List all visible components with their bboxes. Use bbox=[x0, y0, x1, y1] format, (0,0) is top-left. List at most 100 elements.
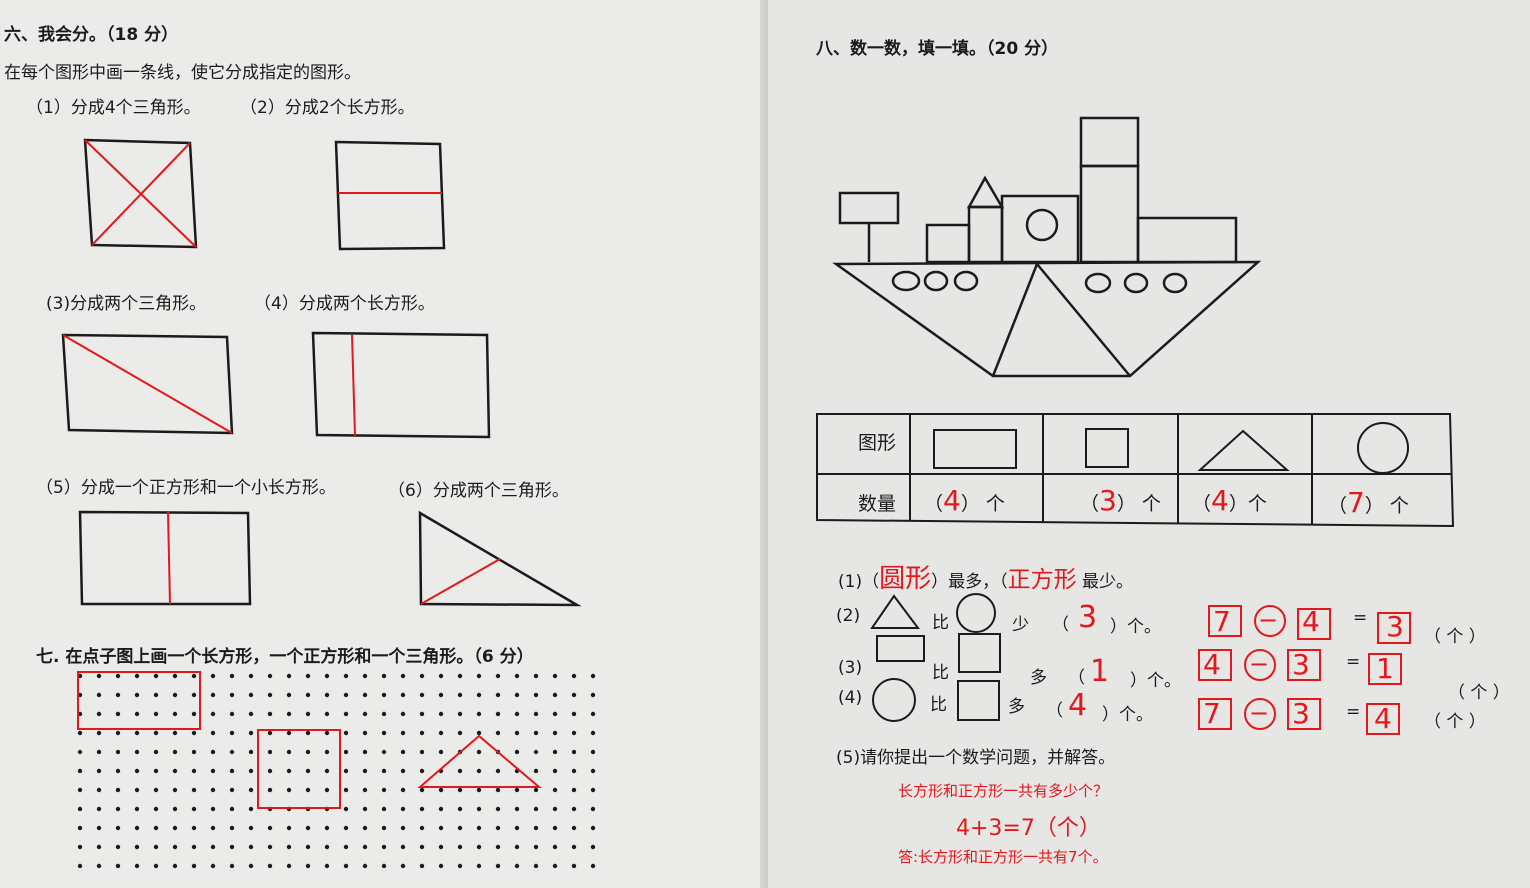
grid-dot bbox=[267, 825, 273, 831]
grid-dot bbox=[286, 711, 292, 717]
grid-dot bbox=[96, 673, 102, 679]
grid-dot bbox=[495, 806, 501, 812]
grid-dot bbox=[590, 692, 596, 698]
grid-dot bbox=[324, 844, 330, 850]
grid-dot bbox=[571, 673, 577, 679]
grid-dot bbox=[210, 692, 216, 698]
grid-dot bbox=[419, 730, 425, 736]
grid-dot bbox=[457, 692, 463, 698]
grid-dot bbox=[514, 711, 520, 717]
grid-dot bbox=[381, 749, 387, 755]
grid-dot bbox=[172, 749, 178, 755]
grid-dot bbox=[248, 768, 254, 774]
grid-dot bbox=[210, 863, 216, 869]
grid-dot bbox=[305, 673, 311, 679]
grid-dot bbox=[267, 673, 273, 679]
grid-dot bbox=[400, 787, 406, 793]
grid-dot bbox=[210, 806, 216, 812]
q5-prompt: (5)请你提出一个数学问题，并解答。 bbox=[836, 748, 1116, 768]
grid-dot bbox=[210, 673, 216, 679]
grid-dot bbox=[96, 692, 102, 698]
grid-dot bbox=[305, 768, 311, 774]
grid-dot bbox=[552, 768, 558, 774]
grid-dot bbox=[552, 825, 558, 831]
grid-dot bbox=[115, 844, 121, 850]
grid-dot bbox=[400, 863, 406, 869]
grid-dot bbox=[77, 863, 83, 869]
grid-dot bbox=[210, 768, 216, 774]
grid-dot bbox=[267, 749, 273, 755]
grid-dot bbox=[324, 711, 330, 717]
grid-dot bbox=[324, 749, 330, 755]
q3-unit: （ 个 ） bbox=[1448, 683, 1510, 703]
grid-dot bbox=[248, 787, 254, 793]
q3-eq-result: 1 bbox=[1376, 652, 1394, 685]
grid-dot bbox=[96, 844, 102, 850]
grid-dot bbox=[590, 787, 596, 793]
drawn-triangle bbox=[417, 734, 542, 788]
grid-dot bbox=[362, 806, 368, 812]
grid-dot bbox=[343, 787, 349, 793]
grid-dot bbox=[381, 692, 387, 698]
grid-dot bbox=[191, 863, 197, 869]
q5-equation: 4+3=7（个） bbox=[956, 816, 1101, 841]
grid-dot bbox=[172, 863, 178, 869]
grid-dot bbox=[267, 863, 273, 869]
grid-dot bbox=[115, 863, 121, 869]
grid-dot bbox=[400, 673, 406, 679]
grid-dot bbox=[191, 806, 197, 812]
grid-dot bbox=[96, 825, 102, 831]
q2-circle-icon bbox=[956, 593, 996, 633]
grid-dot bbox=[438, 806, 444, 812]
grid-dot bbox=[343, 692, 349, 698]
grid-dot bbox=[77, 806, 83, 812]
grid-dot bbox=[552, 787, 558, 793]
grid-dot bbox=[438, 825, 444, 831]
q3-word: 多 bbox=[1030, 668, 1047, 688]
grid-dot bbox=[571, 730, 577, 736]
grid-dot bbox=[305, 711, 311, 717]
grid-dot bbox=[134, 673, 140, 679]
grid-dot bbox=[552, 749, 558, 755]
grid-dot bbox=[229, 749, 235, 755]
grid-dot bbox=[457, 825, 463, 831]
grid-dot bbox=[438, 692, 444, 698]
grid-dot bbox=[438, 673, 444, 679]
grid-dot bbox=[172, 844, 178, 850]
grid-dot bbox=[571, 749, 577, 755]
grid-dot bbox=[153, 749, 159, 755]
q2-word: 少 bbox=[1012, 615, 1029, 635]
grid-dot bbox=[134, 806, 140, 812]
grid-dot bbox=[552, 692, 558, 698]
grid-dot bbox=[191, 844, 197, 850]
grid-dot bbox=[514, 825, 520, 831]
grid-dot bbox=[115, 825, 121, 831]
grid-dot bbox=[343, 730, 349, 736]
grid-dot bbox=[286, 787, 292, 793]
q3-rectangle-icon bbox=[876, 635, 925, 662]
grid-dot bbox=[571, 806, 577, 812]
grid-dot bbox=[495, 673, 501, 679]
grid-dot bbox=[172, 768, 178, 774]
q2-eq-result: 3 bbox=[1386, 610, 1404, 643]
q4-open: （ bbox=[1046, 701, 1063, 721]
q4-circle-icon bbox=[872, 678, 916, 722]
grid-dot bbox=[305, 844, 311, 850]
grid-dot bbox=[229, 692, 235, 698]
grid-dot bbox=[419, 692, 425, 698]
grid-dot bbox=[533, 825, 539, 831]
grid-dot bbox=[514, 806, 520, 812]
grid-dot bbox=[153, 673, 159, 679]
grid-dot bbox=[419, 787, 425, 793]
grid-dot bbox=[362, 768, 368, 774]
grid-dot bbox=[514, 863, 520, 869]
grid-dot bbox=[153, 730, 159, 736]
grid-dot bbox=[248, 844, 254, 850]
grid-dot bbox=[362, 673, 368, 679]
grid-dot bbox=[286, 844, 292, 850]
q4-word: 多 bbox=[1008, 697, 1025, 717]
grid-dot bbox=[400, 730, 406, 736]
grid-dot bbox=[590, 749, 596, 755]
grid-dot bbox=[571, 787, 577, 793]
grid-dot bbox=[115, 768, 121, 774]
